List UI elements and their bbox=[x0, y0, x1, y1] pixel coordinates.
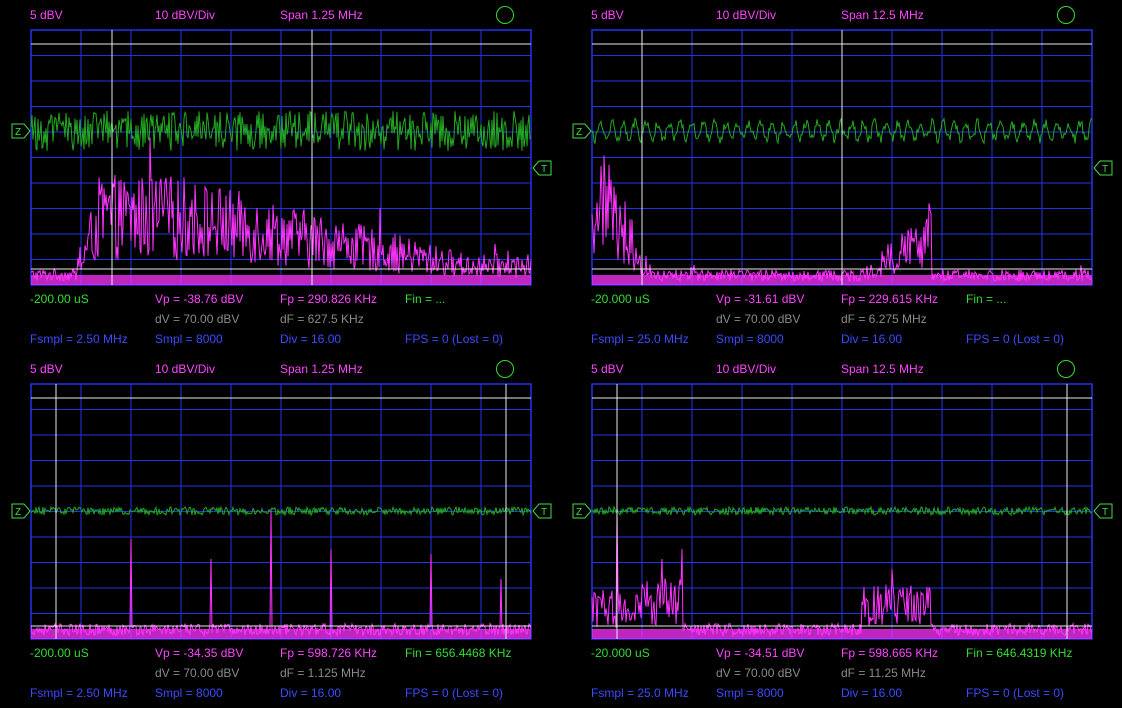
fsmpl-readout: Fsmpl = 2.50 MHz bbox=[30, 332, 128, 346]
span-label: Span 1.25 MHz bbox=[280, 362, 363, 376]
svg-text:Z: Z bbox=[576, 127, 582, 138]
fp-readout: Fp = 290.826 KHz bbox=[280, 292, 378, 306]
dv-readout: dV = 70.00 dBV bbox=[155, 312, 240, 326]
svg-text:Z: Z bbox=[15, 127, 21, 138]
trigger-marker-icon[interactable]: T bbox=[532, 503, 552, 519]
scope-panel-2: Z T 5 dBV 10 dBV/Div Span 12.5 MHz -20.00… bbox=[561, 0, 1122, 354]
db-per-div: 10 dBV/Div bbox=[155, 362, 216, 376]
svg-text:Z: Z bbox=[15, 507, 21, 518]
trigger-marker-icon[interactable]: T bbox=[532, 160, 552, 176]
smpl-readout: Smpl = 8000 bbox=[716, 686, 784, 700]
fps-readout: FPS = 0 (Lost = 0) bbox=[405, 332, 504, 346]
scope-panel-4: Z T 5 dBV 10 dBV/Div Span 12.5 MHz -20.00… bbox=[561, 354, 1122, 708]
span-label: Span 1.25 MHz bbox=[280, 8, 363, 22]
vp-readout: Vp = -34.35 dBV bbox=[155, 646, 244, 660]
smpl-readout: Smpl = 8000 bbox=[155, 686, 223, 700]
fp-readout: Fp = 598.665 KHz bbox=[841, 646, 939, 660]
volts-per-div: 5 dBV bbox=[30, 8, 63, 22]
circle-icon[interactable] bbox=[496, 360, 514, 378]
dv-readout: dV = 70.00 dBV bbox=[716, 666, 801, 680]
trigger-marker-icon[interactable]: T bbox=[1093, 160, 1113, 176]
fin-readout: Fin = ... bbox=[966, 292, 1007, 306]
time-offset: -20.000 uS bbox=[591, 646, 650, 660]
fps-readout: FPS = 0 (Lost = 0) bbox=[966, 686, 1065, 700]
fps-readout: FPS = 0 (Lost = 0) bbox=[966, 332, 1065, 346]
df-readout: dF = 11.25 MHz bbox=[841, 666, 926, 680]
fp-readout: Fp = 598.726 KHz bbox=[280, 646, 378, 660]
circle-icon[interactable] bbox=[1057, 6, 1075, 24]
scope-panel-1: Z T 5 dBV 10 dBV/Div Span 1.25 MHz -200.0… bbox=[0, 0, 561, 354]
fin-readout: Fin = 656.4468 KHz bbox=[405, 646, 512, 660]
vp-readout: Vp = -34.51 dBV bbox=[716, 646, 805, 660]
div-readout: Div = 16.00 bbox=[280, 332, 342, 346]
circle-icon[interactable] bbox=[1057, 360, 1075, 378]
fp-readout: Fp = 229.615 KHz bbox=[841, 292, 939, 306]
svg-text:T: T bbox=[541, 507, 547, 518]
fsmpl-readout: Fsmpl = 25.0 MHz bbox=[591, 332, 689, 346]
smpl-readout: Smpl = 8000 bbox=[716, 332, 784, 346]
span-label: Span 12.5 MHz bbox=[841, 362, 924, 376]
df-readout: dF = 627.5 KHz bbox=[280, 312, 364, 326]
volts-per-div: 5 dBV bbox=[591, 362, 624, 376]
span-label: Span 12.5 MHz bbox=[841, 8, 924, 22]
circle-icon[interactable] bbox=[496, 6, 514, 24]
fps-readout: FPS = 0 (Lost = 0) bbox=[405, 686, 504, 700]
zero-marker-icon[interactable]: Z bbox=[572, 123, 592, 139]
db-per-div: 10 dBV/Div bbox=[716, 8, 777, 22]
spectrum-floor bbox=[31, 275, 531, 285]
df-readout: dF = 6.275 MHz bbox=[841, 312, 927, 326]
zero-marker-icon[interactable]: Z bbox=[572, 503, 592, 519]
fin-readout: Fin = 646.4319 KHz bbox=[966, 646, 1073, 660]
svg-text:T: T bbox=[1102, 164, 1108, 175]
df-readout: dF = 1.125 MHz bbox=[280, 666, 366, 680]
fsmpl-readout: Fsmpl = 2.50 MHz bbox=[30, 686, 128, 700]
spectrum-floor bbox=[592, 629, 1092, 639]
scope-panel-3: Z T 5 dBV 10 dBV/Div Span 1.25 MHz -200.0… bbox=[0, 354, 561, 708]
svg-text:Z: Z bbox=[576, 507, 582, 518]
zero-marker-icon[interactable]: Z bbox=[11, 123, 31, 139]
time-offset: -200.00 uS bbox=[30, 292, 89, 306]
div-readout: Div = 16.00 bbox=[280, 686, 342, 700]
volts-per-div: 5 dBV bbox=[591, 8, 624, 22]
dv-readout: dV = 70.00 dBV bbox=[716, 312, 801, 326]
dv-readout: dV = 70.00 dBV bbox=[155, 666, 240, 680]
div-readout: Div = 16.00 bbox=[841, 686, 903, 700]
time-offset: -20.000 uS bbox=[591, 292, 650, 306]
zero-marker-icon[interactable]: Z bbox=[11, 503, 31, 519]
trigger-marker-icon[interactable]: T bbox=[1093, 503, 1113, 519]
fsmpl-readout: Fsmpl = 25.0 MHz bbox=[591, 686, 689, 700]
time-offset: -200.00 uS bbox=[30, 646, 89, 660]
smpl-readout: Smpl = 8000 bbox=[155, 332, 223, 346]
vp-readout: Vp = -38.76 dBV bbox=[155, 292, 244, 306]
volts-per-div: 5 dBV bbox=[30, 362, 63, 376]
svg-text:T: T bbox=[1102, 507, 1108, 518]
db-per-div: 10 dBV/Div bbox=[716, 362, 777, 376]
spectrum-floor bbox=[31, 629, 531, 639]
vp-readout: Vp = -31.61 dBV bbox=[716, 292, 805, 306]
db-per-div: 10 dBV/Div bbox=[155, 8, 216, 22]
fin-readout: Fin = ... bbox=[405, 292, 446, 306]
div-readout: Div = 16.00 bbox=[841, 332, 903, 346]
svg-text:T: T bbox=[541, 164, 547, 175]
